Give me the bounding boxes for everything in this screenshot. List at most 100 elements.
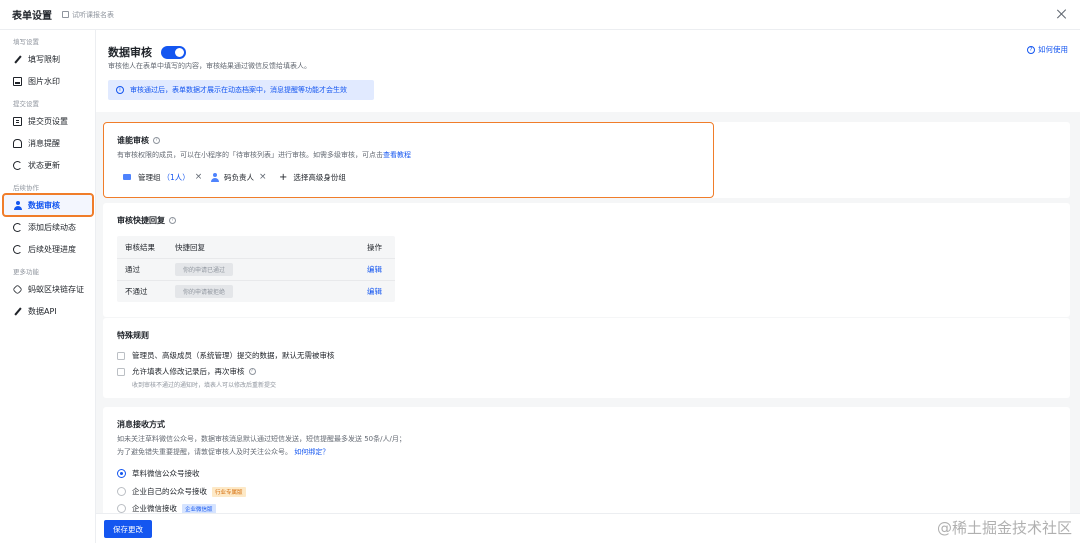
sidebar-item-fill-limit[interactable]: 填写限制 [0, 48, 95, 70]
sidebar-item-label: 状态更新 [28, 160, 60, 170]
receive-desc-2-text: 为了避免错失重要提醒，请敦促审核人及时关注公众号。 [117, 448, 292, 456]
section-description: 审核他人在表单中填写的内容，审核结果通过微信反馈给填表人。 [108, 62, 311, 70]
form-name-hint: 试听课报名表 [62, 10, 114, 20]
special-rules-title: 特殊规则 [117, 331, 149, 340]
save-button[interactable]: 保存更改 [104, 520, 152, 538]
image-icon [13, 76, 22, 86]
add-role-group-label: 选择高级身份组 [293, 172, 346, 182]
sidebar-item-label: 提交页设置 [28, 116, 68, 126]
how-to-bind-link[interactable]: 如何绑定？ [294, 448, 329, 456]
how-to-use-link[interactable]: ? 如何使用 [1027, 44, 1068, 55]
sidebar: 填写设置 填写限制 图片水印 提交设置 提交页设置 消息提醒 状态更新 后续协作… [0, 30, 98, 543]
help-icon[interactable]: ? [153, 137, 160, 144]
help-icon: ? [1027, 45, 1035, 54]
remove-chip-icon[interactable]: × [259, 172, 267, 182]
blockchain-icon [12, 283, 23, 295]
help-icon[interactable]: ? [248, 368, 256, 375]
radio-button[interactable] [117, 504, 126, 513]
radio-button[interactable] [117, 487, 126, 496]
chip-label: 管理组 [138, 172, 161, 182]
edit-button[interactable]: 编辑 [367, 264, 382, 275]
reviewers-highlight-frame [103, 122, 714, 198]
row-result: 通过 [125, 265, 140, 274]
receive-option-caoliao[interactable]: 草料微信公众号接收 [117, 468, 200, 479]
how-to-use-label: 如何使用 [1038, 45, 1068, 54]
special-rules-card: 特殊规则 管理员、高级成员（系统管理）提交的数据，默认无需被审核 允许填表人修改… [103, 318, 1070, 398]
sidebar-group-submit: 提交设置 [13, 100, 39, 108]
sidebar-item-data-review[interactable]: 数据审核 [0, 193, 98, 217]
receive-method-title: 消息接收方式 [117, 420, 165, 429]
refresh-icon [13, 160, 22, 170]
sidebar-item-label: 后续处理进度 [28, 244, 76, 254]
checkbox[interactable] [117, 351, 125, 360]
sidebar-group-more: 更多功能 [13, 268, 39, 276]
reviewers-card: 谁能审核 ? 有审核权限的成员，可以在小程序的「待审核列表」进行审核。如需多级审… [103, 122, 1070, 198]
quick-reply-title-text: 审核快捷回复 [117, 216, 165, 225]
reviewers-description: 有审核权限的成员，可以在小程序的「待审核列表」进行审核。如需多级审核，可点击查看… [117, 150, 411, 160]
section-title: 数据审核 [108, 44, 186, 60]
reviewer-chip-owner: 码负责人 × [210, 170, 267, 184]
option-label: 草料微信公众号接收 [132, 469, 200, 478]
watermark-text: @稀土掘金技术社区 [936, 519, 1072, 537]
radio-button[interactable] [117, 469, 126, 478]
sidebar-item-submit-page[interactable]: 提交页设置 [0, 110, 95, 132]
quick-reply-title: 审核快捷回复 ? [117, 215, 176, 226]
section-header: 数据审核 审核他人在表单中填写的内容，审核结果通过微信反馈给填表人。 i 审核通… [96, 30, 1080, 112]
checkbox[interactable] [117, 367, 125, 376]
rule-label: 管理员、高级成员（系统管理）提交的数据，默认无需被审核 [132, 351, 335, 360]
document-icon [13, 116, 22, 126]
reviewers-title: 谁能审核 ? [117, 135, 160, 146]
top-bar: 表单设置 试听课报名表 [0, 0, 1080, 30]
quick-reply-table: 审核结果 快捷回复 操作 通过 你的申请已通过 编辑 不通过 你的申请被拒绝 编… [117, 236, 395, 302]
sidebar-item-notify[interactable]: 消息提醒 [0, 132, 95, 154]
reviewers-title-text: 谁能审核 [117, 136, 149, 145]
receive-desc-2: 为了避免错失重要提醒，请敦促审核人及时关注公众号。 如何绑定？ [117, 447, 329, 457]
col-header-result: 审核结果 [125, 242, 155, 252]
add-role-group-button[interactable]: + 选择高级身份组 [279, 170, 346, 184]
remove-chip-icon[interactable]: × [195, 172, 203, 182]
table-header-row: 审核结果 快捷回复 操作 [117, 236, 395, 258]
col-header-action: 操作 [367, 242, 382, 252]
view-tutorial-link[interactable]: 查看教程 [383, 151, 411, 159]
plus-icon: + [279, 171, 288, 183]
receive-desc-1: 如未关注草料微信公众号，数据审核消息默认通过短信发送，短信提醒最多发送 50条/… [117, 435, 406, 443]
rule-admin-exempt[interactable]: 管理员、高级成员（系统管理）提交的数据，默认无需被审核 [117, 350, 335, 361]
review-toggle[interactable] [161, 45, 186, 59]
rule-sub-hint: 收到审核不通过的通知时，填表人可以修改后重新提交 [132, 382, 277, 389]
row-reply: 你的申请被拒绝 [175, 285, 234, 298]
progress-icon [13, 244, 22, 254]
user-icon [13, 200, 22, 210]
rule-re-review[interactable]: 允许填表人修改记录后，再次审核 ? [117, 366, 256, 377]
sidebar-item-label: 填写限制 [28, 54, 60, 64]
receive-option-own-account[interactable]: 企业自己的公众号接收 行业专属版 [117, 486, 246, 497]
sidebar-item-label: 数据审核 [28, 200, 60, 210]
form-icon [62, 11, 69, 18]
folder-icon [123, 174, 131, 180]
info-icon: i [116, 86, 124, 94]
sidebar-group-fill: 填写设置 [13, 38, 39, 46]
main-content: 数据审核 审核他人在表单中填写的内容，审核结果通过微信反馈给填表人。 i 审核通… [96, 30, 1080, 543]
sidebar-item-add-followup[interactable]: 添加后续动态 [0, 216, 95, 238]
notice-text: 审核通过后，表单数据才展示在动态档案中，消息提醒等功能才会生效 [130, 86, 347, 94]
sidebar-item-progress[interactable]: 后续处理进度 [0, 238, 95, 260]
sidebar-item-status-update[interactable]: 状态更新 [0, 154, 95, 176]
sidebar-item-watermark[interactable]: 图片水印 [0, 70, 95, 92]
rule-label: 允许填表人修改记录后，再次审核 [132, 367, 245, 376]
reviewers-desc-text: 有审核权限的成员，可以在小程序的「待审核列表」进行审核。如需多级审核，可点击 [117, 151, 383, 159]
sidebar-item-blockchain[interactable]: 蚂蚁区块链存证 [0, 278, 95, 300]
section-title-text: 数据审核 [108, 46, 152, 59]
sidebar-item-label: 数据API [28, 306, 57, 316]
row-reply: 你的申请已通过 [175, 263, 234, 276]
chip-label: 码负责人 [224, 172, 254, 182]
option-label: 企业自己的公众号接收 [132, 487, 207, 496]
help-icon[interactable]: ? [169, 217, 176, 224]
edition-badge: 企业微信版 [182, 503, 216, 514]
row-result: 不通过 [125, 287, 148, 296]
page-title: 表单设置 [12, 11, 52, 22]
edit-button[interactable]: 编辑 [367, 286, 382, 297]
table-row: 通过 你的申请已通过 编辑 [117, 258, 395, 280]
sidebar-item-api[interactable]: 数据API [0, 300, 95, 322]
sidebar-item-label: 蚂蚁区块链存证 [28, 284, 84, 294]
close-icon[interactable] [1056, 8, 1068, 20]
pencil-icon [13, 55, 22, 64]
